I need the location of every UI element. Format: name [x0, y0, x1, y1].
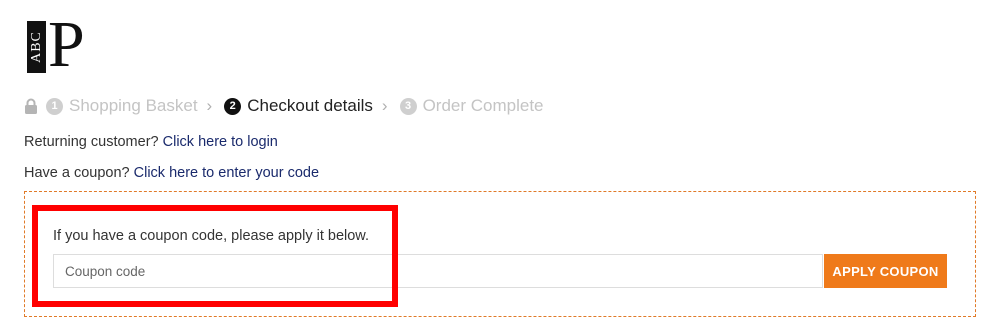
coupon-description: If you have a coupon code, please apply …	[53, 228, 369, 244]
returning-customer-text: Returning customer?	[24, 134, 159, 150]
step-label: Shopping Basket	[69, 96, 198, 115]
coupon-notice-text: Have a coupon?	[24, 165, 130, 181]
step-checkout-details[interactable]: 2 Checkout details	[224, 96, 373, 116]
step-number-badge: 1	[46, 97, 63, 115]
checkout-page: ABC P 1 Shopping Basket › 2 Checkout det…	[0, 0, 1000, 335]
coupon-notice: Have a coupon? Click here to enter your …	[24, 165, 319, 181]
step-number-badge: 2	[224, 97, 242, 115]
login-link[interactable]: Click here to login	[163, 134, 278, 150]
logo-box-text: ABC	[28, 31, 44, 63]
returning-customer-notice: Returning customer? Click here to login	[24, 134, 278, 150]
step-label: Order Complete	[422, 96, 544, 115]
site-logo[interactable]: ABC P	[27, 12, 91, 78]
checkout-steps: 1 Shopping Basket › 2 Checkout details ›…	[24, 94, 544, 118]
step-order-complete[interactable]: 3 Order Complete	[399, 96, 544, 116]
apply-coupon-button[interactable]: APPLY COUPON	[824, 254, 947, 288]
lock-icon	[25, 98, 37, 114]
coupon-code-input[interactable]	[53, 254, 823, 288]
enter-coupon-link[interactable]: Click here to enter your code	[134, 165, 319, 181]
chevron-right-icon: ›	[381, 96, 388, 115]
logo-letter: P	[48, 8, 85, 81]
step-shopping-basket[interactable]: 1 Shopping Basket	[46, 96, 198, 116]
step-number-badge: 3	[399, 97, 417, 115]
step-label: Checkout details	[247, 96, 373, 115]
logo-mark: ABC	[27, 21, 46, 73]
chevron-right-icon: ›	[206, 96, 213, 115]
